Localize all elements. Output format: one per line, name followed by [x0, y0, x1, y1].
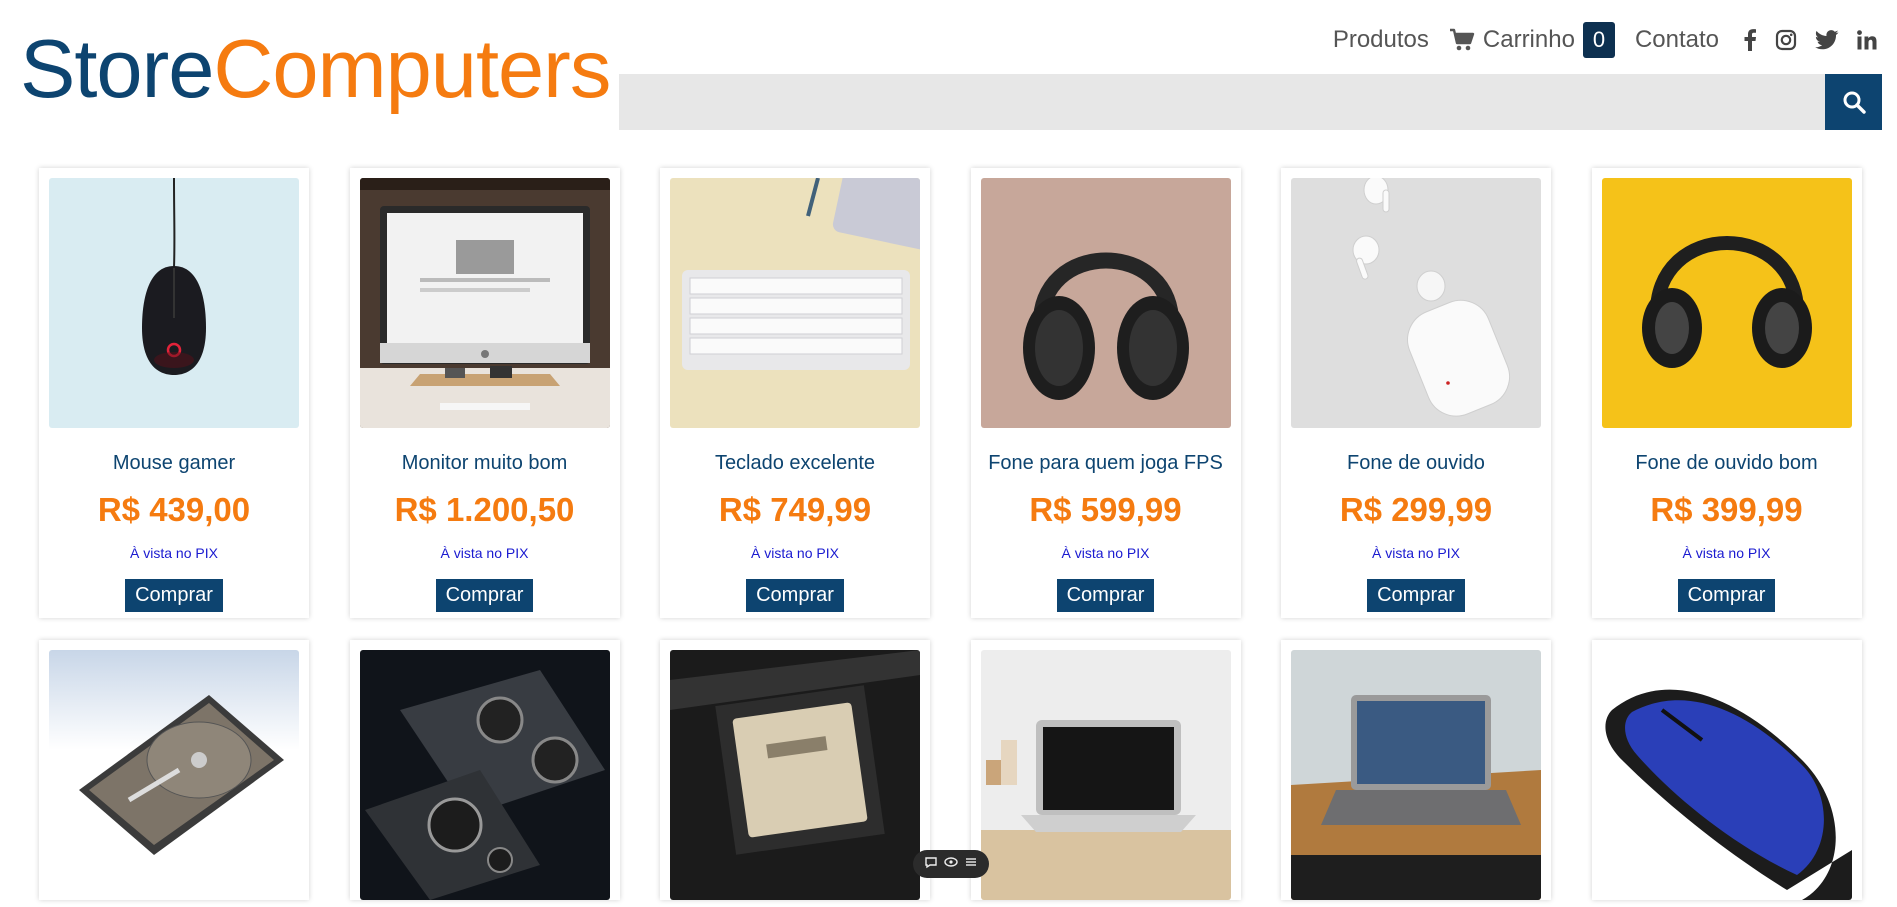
logo-part-computers: Computers [213, 22, 611, 115]
product-card [1281, 640, 1551, 900]
linkedin-icon[interactable] [1857, 30, 1877, 50]
product-image[interactable] [359, 178, 610, 428]
product-price: R$ 399,99 [1650, 491, 1803, 528]
search-bar [619, 74, 1882, 130]
cart-label: Carrinho [1482, 26, 1575, 53]
social-links [1743, 29, 1877, 51]
nav-contato[interactable]: Contato [1635, 26, 1719, 54]
product-image[interactable] [49, 650, 299, 900]
twitter-icon[interactable] [1815, 30, 1839, 50]
payment-note: À vista no PIX [130, 545, 218, 561]
product-name[interactable]: Fone de ouvido bom [1635, 452, 1817, 475]
cart-count-badge: 0 [1582, 22, 1615, 58]
product-price: R$ 599,99 [1029, 491, 1182, 528]
product-name[interactable]: Fone de ouvido [1347, 452, 1485, 475]
buy-button[interactable]: Comprar [746, 579, 844, 612]
product-price: R$ 299,99 [1339, 491, 1493, 528]
product-card: Teclado excelente R$ 749,99 À vista no P… [660, 168, 930, 618]
cart-icon [1449, 28, 1475, 51]
store-logo[interactable]: StoreComputers [20, 22, 611, 115]
buy-button[interactable]: Comprar [1677, 579, 1776, 612]
product-card: Fone de ouvido bom R$ 399,99 À vista no … [1591, 168, 1862, 618]
product-image[interactable] [980, 650, 1231, 900]
logo-part-store: Store [20, 22, 214, 115]
buy-button[interactable]: Comprar [1367, 579, 1465, 612]
payment-note: À vista no PIX [1372, 545, 1460, 561]
search-button[interactable] [1825, 74, 1882, 130]
product-price: R$ 749,99 [718, 491, 872, 528]
main-nav: Produtos Carrinho 0 Contato [1333, 22, 1877, 58]
product-image[interactable] [359, 650, 610, 900]
search-input[interactable] [619, 74, 1825, 130]
product-card: Mouse gamer R$ 439,00 À vista no PIX Com… [39, 168, 309, 618]
product-image[interactable] [49, 178, 299, 428]
product-card: Fone para quem joga FPS R$ 599,99 À vist… [970, 168, 1241, 618]
product-price: R$ 1.200,50 [394, 491, 575, 528]
instagram-icon[interactable] [1775, 29, 1797, 51]
payment-note: À vista no PIX [1061, 545, 1150, 561]
product-grid: Mouse gamer R$ 439,00 À vista no PIX Com… [39, 168, 1864, 900]
product-image[interactable] [1601, 650, 1852, 900]
product-image[interactable] [670, 650, 920, 900]
product-image[interactable] [1601, 178, 1852, 428]
comment-icon[interactable] [924, 855, 938, 874]
menu-icon[interactable] [964, 855, 978, 874]
search-icon [1843, 91, 1866, 114]
product-image[interactable] [1291, 650, 1541, 900]
product-image[interactable] [1291, 178, 1541, 428]
product-card [1591, 640, 1862, 900]
payment-note: À vista no PIX [751, 545, 839, 561]
buy-button[interactable]: Comprar [435, 579, 534, 612]
facebook-icon[interactable] [1743, 29, 1757, 51]
payment-note: À vista no PIX [1682, 545, 1771, 561]
eye-icon[interactable] [944, 855, 958, 874]
floating-toolbar [913, 850, 989, 878]
product-name[interactable]: Fone para quem joga FPS [988, 452, 1223, 475]
product-card: Fone de ouvido R$ 299,99 À vista no PIX … [1281, 168, 1551, 618]
product-name[interactable]: Monitor muito bom [402, 452, 568, 475]
product-name[interactable]: Mouse gamer [113, 452, 235, 475]
product-card [349, 640, 620, 900]
product-price: R$ 439,00 [97, 491, 251, 528]
product-image[interactable] [670, 178, 920, 428]
product-image[interactable] [980, 178, 1231, 428]
buy-button[interactable]: Comprar [125, 579, 223, 612]
product-name[interactable]: Teclado excelente [715, 452, 875, 475]
payment-note: À vista no PIX [440, 545, 529, 561]
buy-button[interactable]: Comprar [1056, 579, 1155, 612]
product-card [39, 640, 309, 900]
nav-produtos[interactable]: Produtos [1333, 26, 1429, 54]
product-card [660, 640, 930, 900]
product-card [970, 640, 1241, 900]
nav-carrinho[interactable]: Carrinho 0 [1449, 22, 1615, 58]
page: StoreComputers Produtos Carrinho 0 Conta… [0, 0, 1897, 907]
product-card: Monitor muito bom R$ 1.200,50 À vista no… [349, 168, 620, 618]
